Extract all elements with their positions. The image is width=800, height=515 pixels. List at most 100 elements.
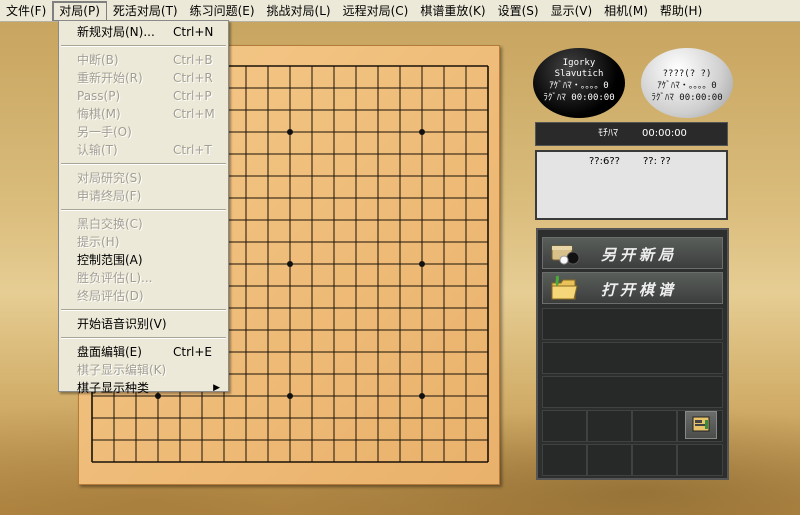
menu-item-label: 棋子显示种类 (77, 381, 150, 395)
black-player-name2: Slavutich (554, 69, 604, 79)
menu-item-shortcut: Ctrl+E (173, 345, 212, 359)
menubar-item-7[interactable]: 设置(S) (492, 1, 545, 21)
menu-item-label: 申请终局(F) (77, 189, 142, 203)
menu-item-label: 控制范围(A) (77, 253, 143, 267)
black-captures: ｱｹﾞﾊﾏ・。。。。0 (549, 81, 609, 91)
menubar-item-5[interactable]: 远程对局(C) (337, 1, 415, 21)
menu-item[interactable]: 盘面编辑(E) Ctrl+E (59, 343, 228, 361)
timer-bar: ﾓﾁﾊﾏ 00:00:00 (535, 122, 728, 146)
submenu-arrow-icon: ▶ (213, 383, 220, 393)
panel-slot-2 (542, 342, 723, 374)
menu-item: 黑白交换(C) (59, 215, 228, 233)
panel-cell (632, 410, 677, 442)
menu-item: 对局研究(S) (59, 169, 228, 187)
white-player-stone: ????(? ?) ｱｹﾞﾊﾏ・。。。。0 ﾗｸﾞﾊﾏ 00:00:00 (641, 48, 733, 118)
white-captures: ｱｹﾞﾊﾏ・。。。。0 (657, 81, 717, 91)
menubar-item-6[interactable]: 棋谱重放(K) (414, 1, 491, 21)
menu-item-label: 提示(H) (77, 235, 120, 249)
menu-item-label: 另一手(O) (77, 125, 132, 139)
star-point (419, 129, 425, 135)
info-box: ??:6?? ??: ?? (535, 150, 728, 220)
menu-item-label: 终局评估(D) (77, 289, 144, 303)
timer-label: ﾓﾁﾊﾏ (598, 128, 618, 139)
menu-separator (61, 337, 226, 339)
menu-item-shortcut: Ctrl+T (173, 143, 212, 157)
menu-bar: 文件(F) 对局(P) 死活对局(T) 练习问题(E) 挑战对局(L) 远程对局(C) 棋谱… (0, 0, 800, 22)
menubar-item-10[interactable]: 帮助(H) (654, 1, 708, 21)
menu-item: Pass(P) Ctrl+P (59, 87, 228, 105)
panel-cell (587, 410, 632, 442)
menu-item-label: 重新开始(R) (77, 71, 143, 85)
menu-item-label: 开始语音识别(V) (77, 317, 167, 331)
black-player-stone: Igorky Slavutich ｱｹﾞﾊﾏ・。。。。0 ﾗｸﾞﾊﾏ 00:00… (533, 48, 625, 118)
menu-item-label: 胜负评估(L)... (77, 271, 153, 285)
menu-item-label: 盘面编辑(E) (77, 345, 142, 359)
menubar-item-0[interactable]: 文件(F) (0, 1, 52, 21)
stone-bowls-icon (551, 245, 580, 265)
menubar-item-9[interactable]: 相机(M) (598, 1, 654, 21)
star-point (287, 261, 293, 267)
menu-item: 中断(B) Ctrl+B (59, 51, 228, 69)
black-time: ﾗｸﾞﾊﾏ 00:00:00 (543, 93, 615, 103)
info-right: ??: ?? (643, 156, 671, 167)
menu-item-label: 新规对局(N)... (77, 25, 155, 39)
menu-item: 终局评估(D) (59, 287, 228, 305)
panel-cell (542, 444, 587, 476)
info-left: ??:6?? (589, 156, 620, 167)
menu-item: 另一手(O) (59, 123, 228, 141)
menu-item-shortcut: Ctrl+B (173, 53, 213, 67)
star-point (287, 129, 293, 135)
panel-cell (542, 410, 587, 442)
menu-item-label: Pass(P) (77, 89, 121, 103)
menu-item: 提示(H) (59, 233, 228, 251)
black-player-name: Igorky (562, 58, 596, 68)
star-point (419, 393, 425, 399)
menu-item-shortcut: Ctrl+P (173, 89, 212, 103)
menu-separator (61, 163, 226, 165)
menu-item[interactable]: 新规对局(N)... Ctrl+N (59, 23, 228, 41)
menu-item[interactable]: 棋子显示种类 ▶ (59, 379, 228, 397)
menu-item: 胜负评估(L)... (59, 269, 228, 287)
white-time: ﾗｸﾞﾊﾏ 00:00:00 (651, 93, 723, 103)
menu-separator (61, 309, 226, 311)
menu-item-label: 黑白交换(C) (77, 217, 143, 231)
menu-item-shortcut: Ctrl+N (173, 25, 214, 39)
menu-item: 悔棋(M) Ctrl+M (59, 105, 228, 123)
menubar-item-8[interactable]: 显示(V) (545, 1, 599, 21)
open-record-button[interactable]: 打开棋谱 (542, 272, 723, 304)
menu-item: 重新开始(R) Ctrl+R (59, 69, 228, 87)
menu-item-label: 对局研究(S) (77, 171, 142, 185)
menubar-item-3[interactable]: 练习问题(E) (184, 1, 261, 21)
menu-separator (61, 45, 226, 47)
panel-slot-3 (542, 376, 723, 408)
panel-slot-1 (542, 308, 723, 340)
record-book-icon (692, 416, 710, 432)
menu-item[interactable]: 控制范围(A) (59, 251, 228, 269)
menu-item-shortcut: Ctrl+R (173, 71, 213, 85)
menu-item: 申请终局(F) (59, 187, 228, 205)
menu-item-label: 棋子显示编辑(K) (77, 363, 167, 377)
record-tool-button[interactable] (685, 411, 717, 439)
panel-cell (677, 444, 723, 476)
menubar-item-2[interactable]: 死活对局(T) (107, 1, 184, 21)
control-panel: 另开新局 打开棋谱 (536, 228, 729, 480)
menu-item-shortcut: Ctrl+M (173, 107, 215, 121)
star-point (287, 393, 293, 399)
menu-item: 棋子显示编辑(K) (59, 361, 228, 379)
panel-cell (587, 444, 632, 476)
menu-item-label: 中断(B) (77, 53, 119, 67)
menu-separator (61, 209, 226, 211)
folder-icon (551, 275, 578, 300)
menu-item: 认输(T) Ctrl+T (59, 141, 228, 159)
menubar-item-1[interactable]: 对局(P) (52, 0, 107, 21)
game-dropdown-menu: 新规对局(N)... Ctrl+N 中断(B) Ctrl+B 重新开始(R) Ctrl+R… (58, 20, 229, 395)
menubar-item-4[interactable]: 挑战对局(L) (261, 1, 337, 21)
star-point (419, 261, 425, 267)
white-player-name: ????(? ?) (662, 69, 712, 79)
new-game-button[interactable]: 另开新局 (542, 237, 723, 269)
menu-item[interactable]: 开始语音识别(V) (59, 315, 228, 333)
new-game-label: 另开新局 (601, 246, 678, 264)
menu-item-label: 认输(T) (77, 143, 118, 157)
open-record-label: 打开棋谱 (601, 281, 678, 299)
timer-value: 00:00:00 (642, 128, 687, 139)
